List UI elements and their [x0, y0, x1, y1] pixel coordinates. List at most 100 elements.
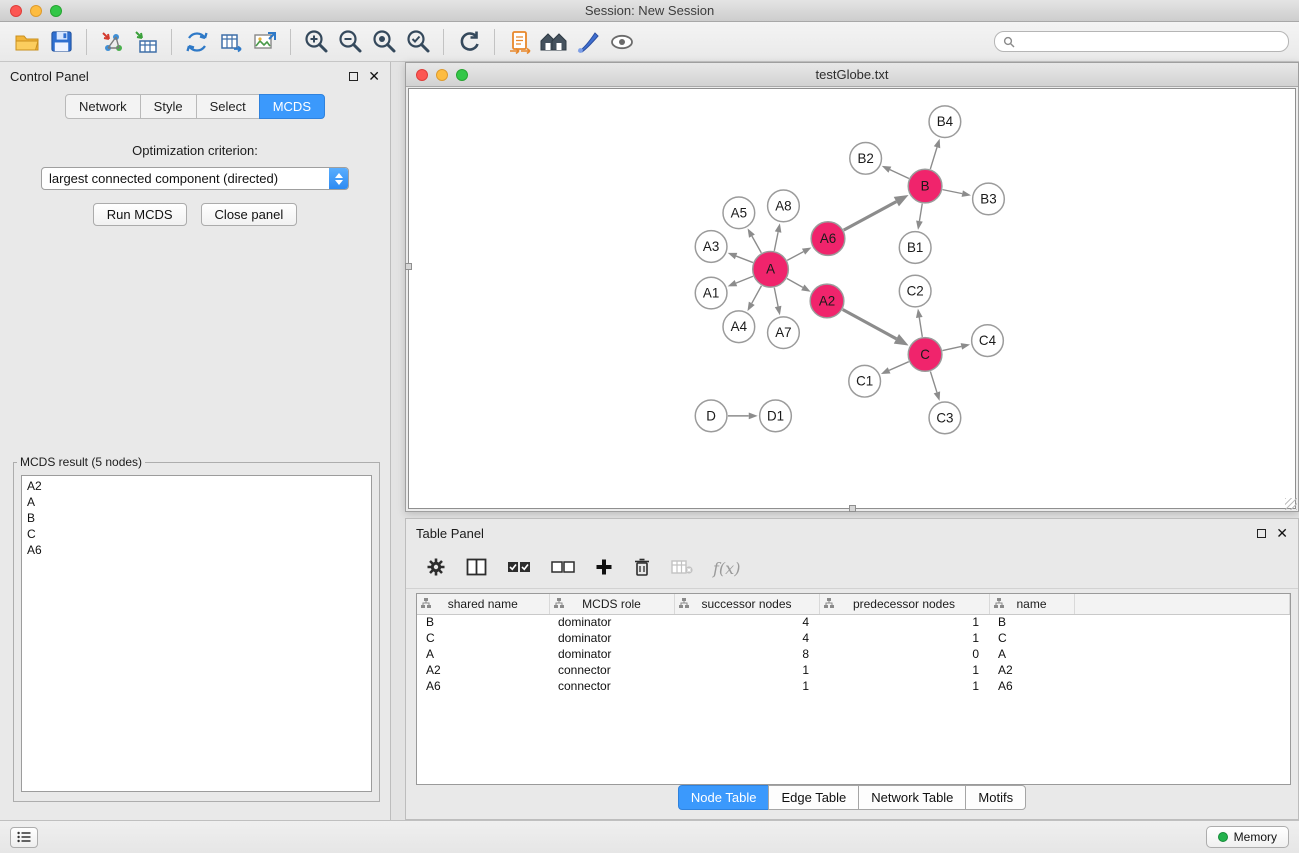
- table-settings-button[interactable]: [426, 557, 446, 580]
- search-icon: [1003, 36, 1015, 48]
- list-item[interactable]: A6: [27, 542, 366, 558]
- graph-node-label: D: [706, 408, 716, 423]
- export-image-button[interactable]: [248, 26, 282, 58]
- graph-edge[interactable]: [919, 317, 922, 336]
- graph-edge[interactable]: [736, 256, 753, 262]
- mcds-result-list[interactable]: A2ABCA6: [21, 475, 372, 792]
- tab-network-table[interactable]: Network Table: [858, 785, 966, 810]
- delete-column-button[interactable]: [633, 557, 651, 580]
- column-header-shared-name[interactable]: shared name: [417, 594, 549, 614]
- list-item[interactable]: B: [27, 510, 366, 526]
- edge-arrow-icon: [882, 166, 892, 173]
- network-from-url-button[interactable]: [180, 26, 214, 58]
- memory-button[interactable]: Memory: [1206, 826, 1289, 848]
- zoom-out-button[interactable]: [333, 26, 367, 58]
- resize-corner[interactable]: [1285, 498, 1297, 510]
- dropdown-stepper-icon[interactable]: [329, 168, 348, 189]
- column-header-mcds-role[interactable]: MCDS role: [549, 594, 674, 614]
- graph-edge[interactable]: [942, 346, 961, 350]
- network-window-titlebar[interactable]: testGlobe.txt: [406, 63, 1298, 87]
- search-input[interactable]: [1020, 35, 1280, 49]
- edge-arrow-icon: [961, 343, 970, 350]
- resize-grip[interactable]: [405, 263, 412, 270]
- search-field[interactable]: [994, 31, 1289, 52]
- disabled-table-button: [671, 559, 693, 578]
- show-hide-button[interactable]: [605, 26, 639, 58]
- table-row[interactable]: A2connector11A2: [417, 662, 1290, 678]
- optimization-criterion-dropdown[interactable]: largest connected component (directed): [41, 167, 349, 190]
- tab-node-table[interactable]: Node Table: [678, 785, 770, 810]
- graph-edge[interactable]: [752, 286, 762, 304]
- graph-edge[interactable]: [919, 204, 922, 221]
- export-image-icon: [252, 29, 278, 55]
- style-brush-button[interactable]: [571, 26, 605, 58]
- import-network-button[interactable]: [95, 26, 129, 58]
- control-panel: Control Panel ✕ Network Style Select MCD…: [0, 62, 391, 820]
- close-panel-icon[interactable]: ✕: [1276, 526, 1288, 540]
- task-history-button[interactable]: [10, 827, 38, 848]
- graph-edge[interactable]: [752, 236, 761, 253]
- column-header-predecessor-nodes[interactable]: predecessor nodes: [819, 594, 989, 614]
- import-table-button[interactable]: [129, 26, 163, 58]
- first-neighbors-button[interactable]: [503, 26, 537, 58]
- zoom-in-button[interactable]: [299, 26, 333, 58]
- tab-motifs[interactable]: Motifs: [965, 785, 1026, 810]
- tab-network[interactable]: Network: [65, 94, 141, 119]
- graph-edge[interactable]: [787, 252, 803, 261]
- float-panel-icon[interactable]: [1257, 529, 1266, 538]
- zoom-fit-button[interactable]: [367, 26, 401, 58]
- unselect-all-columns-button[interactable]: [551, 560, 575, 577]
- table-row[interactable]: Bdominator41B: [417, 614, 1290, 630]
- edge-arrow-icon: [934, 391, 940, 401]
- network-view-window: testGlobe.txt AA6A2BCA5A8A3A1A4A7B2B4B3B…: [405, 62, 1299, 512]
- refresh-button[interactable]: [452, 26, 486, 58]
- tab-mcds[interactable]: MCDS: [259, 94, 325, 119]
- select-all-columns-button[interactable]: [507, 560, 531, 577]
- graph-edge[interactable]: [843, 310, 897, 339]
- column-layout-button[interactable]: [466, 558, 487, 579]
- network-canvas[interactable]: AA6A2BCA5A8A3A1A4A7B2B4B3B1C2C4C1C3DD1: [408, 88, 1296, 509]
- run-mcds-button[interactable]: Run MCDS: [93, 203, 187, 226]
- graph-edge[interactable]: [943, 190, 963, 194]
- open-session-button[interactable]: [10, 26, 44, 58]
- tab-style[interactable]: Style: [140, 94, 197, 119]
- function-builder-button[interactable]: f(x): [713, 559, 740, 578]
- table-row[interactable]: A6connector11A6: [417, 678, 1290, 694]
- network-view-title: testGlobe.txt: [406, 67, 1298, 82]
- graph-edge[interactable]: [774, 288, 778, 307]
- add-column-button[interactable]: [595, 558, 613, 579]
- close-panel-button[interactable]: Close panel: [201, 203, 298, 226]
- graph-node-label: B2: [857, 151, 873, 166]
- graph-edge[interactable]: [930, 371, 937, 392]
- list-item[interactable]: A: [27, 494, 366, 510]
- toolbar-separator: [171, 29, 172, 55]
- graph-node-label: A5: [731, 205, 747, 220]
- table-from-url-button[interactable]: [214, 26, 248, 58]
- graph-node-label: C: [920, 347, 930, 362]
- graph-edge[interactable]: [889, 362, 909, 371]
- home-views-button[interactable]: [537, 26, 571, 58]
- resize-grip[interactable]: [849, 505, 856, 512]
- graph-edge[interactable]: [736, 276, 753, 283]
- save-session-button[interactable]: [44, 26, 78, 58]
- list-item[interactable]: C: [27, 526, 366, 542]
- list-item[interactable]: A2: [27, 478, 366, 494]
- graph-edge[interactable]: [787, 278, 803, 287]
- column-header-name[interactable]: name: [989, 594, 1074, 614]
- table-row[interactable]: Adominator80A: [417, 646, 1290, 662]
- graph-node-label: B1: [907, 240, 923, 255]
- column-header-successor-nodes[interactable]: successor nodes: [674, 594, 819, 614]
- node-table[interactable]: shared name MCDS role successor nodes pr…: [416, 593, 1291, 785]
- table-row[interactable]: Cdominator41C: [417, 630, 1290, 646]
- tab-select[interactable]: Select: [196, 94, 260, 119]
- graph-edge[interactable]: [890, 170, 909, 179]
- tab-edge-table[interactable]: Edge Table: [768, 785, 859, 810]
- zoom-selected-button[interactable]: [401, 26, 435, 58]
- network-graph[interactable]: AA6A2BCA5A8A3A1A4A7B2B4B3B1C2C4C1C3DD1: [409, 89, 1295, 508]
- graph-edge[interactable]: [930, 147, 937, 169]
- graph-edge[interactable]: [774, 232, 778, 251]
- edge-arrow-icon: [894, 195, 909, 206]
- float-panel-icon[interactable]: [349, 72, 358, 81]
- close-panel-icon[interactable]: ✕: [368, 69, 380, 83]
- graph-edge[interactable]: [844, 202, 897, 230]
